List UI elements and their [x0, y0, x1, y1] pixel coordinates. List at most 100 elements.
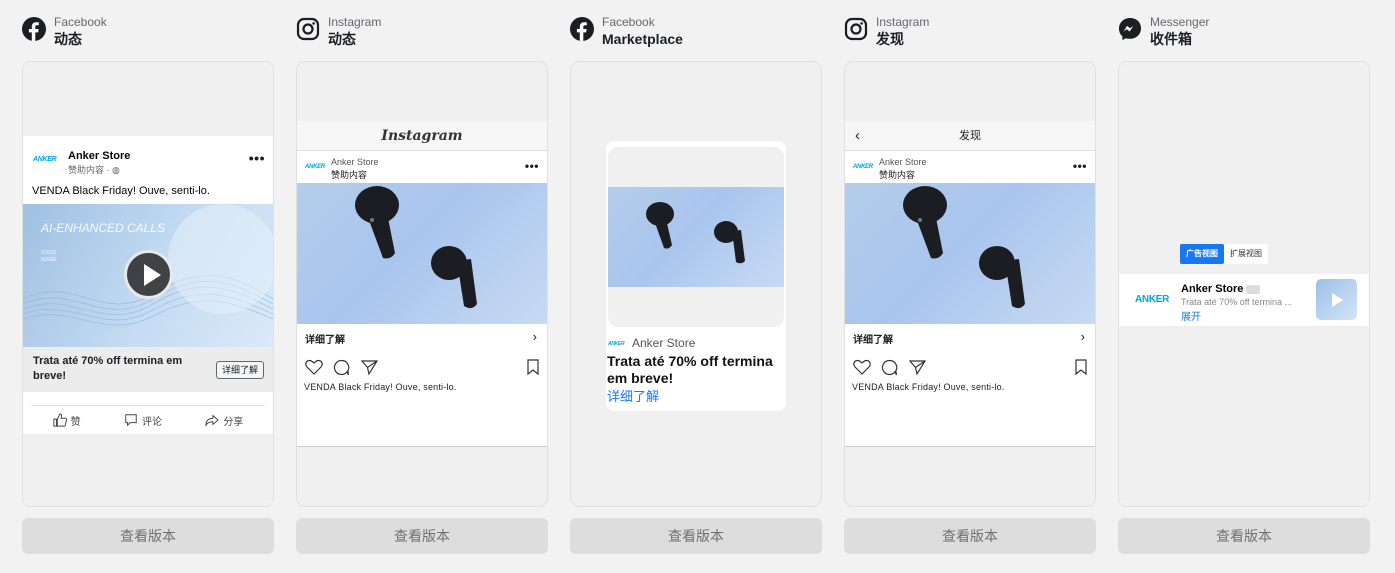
comment-button[interactable]: 评论: [124, 413, 162, 428]
instagram-top-bar: Instagram: [297, 121, 547, 151]
learn-more-row[interactable]: 详细了解 ›: [305, 329, 539, 347]
video-thumbnail[interactable]: AI-ENHANCED CALLS VOICE NOISE: [23, 204, 273, 347]
ad-preview-card[interactable]: ‹ 发现 ANKER Anker Store 赞助内容 ••• 详细了解 › V…: [844, 61, 1096, 507]
preview-column-instagram-explore: Instagram 发现 ‹ 发现 ANKER Anker Store 赞助内容…: [844, 0, 1096, 573]
view-version-button[interactable]: 查看版本: [570, 518, 822, 554]
placement-name: 发现: [876, 31, 904, 47]
more-options-icon[interactable]: •••: [1073, 159, 1087, 173]
view-version-button[interactable]: 查看版本: [1118, 518, 1370, 554]
tab-expanded-view[interactable]: 扩展视图: [1224, 244, 1268, 264]
store-name: Anker Store: [331, 157, 379, 167]
cta-bar: Trata até 70% off termina em breve! 详细了解: [23, 347, 273, 392]
headline: Trata até 70% off termina em breve!: [607, 353, 773, 386]
placement-header: Messenger 收件箱: [1118, 14, 1209, 54]
ad-description: Trata até 70% off termina ...: [1181, 297, 1293, 307]
heart-icon[interactable]: [853, 359, 871, 375]
post-header: ANKER Anker Store 赞助内容 · ◍ •••: [33, 150, 265, 175]
earbuds-image: [903, 186, 1025, 309]
placement-header: Instagram 动态: [296, 14, 381, 54]
ad-image[interactable]: [608, 187, 784, 287]
store-name: Anker Store: [879, 157, 927, 167]
more-options-icon[interactable]: •••: [525, 159, 539, 173]
ad-tag: [1246, 284, 1261, 294]
view-version-button[interactable]: 查看版本: [22, 518, 274, 554]
facebook-icon: [22, 17, 46, 41]
post-action-icons: [305, 359, 539, 377]
view-toggle: 广告视图 扩展视图: [1180, 244, 1268, 264]
globe-icon: ◍: [112, 165, 120, 175]
instagram-icon: [296, 17, 320, 41]
platform-name: Facebook: [602, 15, 655, 29]
comment-icon[interactable]: [881, 359, 898, 376]
heart-icon[interactable]: [305, 359, 323, 375]
ad-image[interactable]: [845, 183, 1095, 324]
post-header: ANKER Anker Store 赞助内容 •••: [305, 157, 539, 180]
anker-logo: ANKER: [305, 164, 325, 170]
expand-link[interactable]: 展开: [1181, 308, 1201, 323]
instagram-post: ANKER Anker Store 赞助内容 ••• 详细了解 › VENDA …: [297, 151, 547, 447]
explore-title: 发现: [959, 130, 981, 142]
bookmark-icon[interactable]: [1075, 359, 1087, 375]
send-icon[interactable]: [361, 359, 378, 376]
ad-image[interactable]: [297, 183, 547, 324]
store-name: Anker Store: [632, 336, 696, 350]
caption: VENDA Black Friday! Ouve, senti-lo.: [852, 382, 1005, 392]
bookmark-icon[interactable]: [527, 359, 539, 375]
platform-name: Instagram: [328, 15, 382, 29]
video-thumbnail[interactable]: [1316, 279, 1357, 320]
placement-name: 动态: [54, 31, 82, 47]
like-button[interactable]: 赞: [53, 413, 81, 428]
explore-top-bar: ‹ 发现: [845, 121, 1095, 151]
back-arrow-icon[interactable]: ‹: [855, 121, 860, 151]
learn-more-link[interactable]: 详细了解: [607, 386, 659, 405]
chevron-right-icon: ›: [1080, 329, 1085, 344]
marketplace-listing: ANKER Anker Store Trata até 70% off term…: [606, 141, 786, 411]
platform-name: Facebook: [54, 15, 107, 29]
placement-name: 收件箱: [1150, 31, 1192, 47]
store-name: Anker Store: [68, 150, 131, 162]
facebook-icon: [570, 17, 594, 41]
learn-more-row[interactable]: 详细了解 ›: [853, 329, 1087, 347]
thumbs-up-icon: [53, 413, 67, 427]
ad-preview-card[interactable]: ANKER Anker Store 赞助内容 · ◍ ••• VENDA Bla…: [22, 61, 274, 507]
comment-icon: [125, 414, 137, 427]
platform-name: Instagram: [876, 15, 930, 29]
post-header: ANKER Anker Store 赞助内容 •••: [853, 157, 1087, 180]
post-actions: 赞 评论 分享: [31, 405, 265, 434]
ad-preview-card[interactable]: Instagram ANKER Anker Store 赞助内容 ••• 详细了…: [296, 61, 548, 507]
platform-name: Messenger: [1150, 15, 1210, 29]
earbuds-image: [646, 202, 745, 264]
sponsored-label: 赞助内容: [331, 170, 368, 180]
preview-column-facebook-feed: Facebook 动态 ANKER Anker Store 赞助内容 · ◍ •…: [22, 0, 274, 573]
view-version-button[interactable]: 查看版本: [844, 518, 1096, 554]
share-button[interactable]: 分享: [205, 413, 243, 428]
sponsored-label: 赞助内容: [879, 170, 916, 180]
learn-more-button[interactable]: 详细了解: [215, 361, 264, 379]
primary-text: VENDA Black Friday! Ouve, senti-lo.: [32, 185, 210, 197]
more-options-icon[interactable]: •••: [249, 150, 265, 166]
ad-preview-card[interactable]: ANKER Anker Store Trata até 70% off term…: [570, 61, 822, 507]
preview-column-messenger-inbox: Messenger 收件箱 广告视图 扩展视图 ANKER Anker Stor…: [1118, 0, 1370, 573]
caption: VENDA Black Friday! Ouve, senti-lo.: [304, 382, 457, 392]
video-overlay-lines: VOICE NOISE: [41, 250, 57, 263]
placement-header: Facebook Marketplace: [570, 14, 683, 54]
listing-image-frame: [608, 147, 784, 327]
earbuds-image: [355, 186, 477, 309]
send-icon[interactable]: [909, 359, 926, 376]
anker-logo: ANKER: [1135, 294, 1170, 305]
view-version-button[interactable]: 查看版本: [296, 518, 548, 554]
preview-column-instagram-feed: Instagram 动态 Instagram ANKER Anker Store…: [296, 0, 548, 573]
placement-header: Instagram 发现: [844, 14, 929, 54]
tab-ad-view[interactable]: 广告视图: [1180, 244, 1224, 264]
facebook-post: ANKER Anker Store 赞助内容 · ◍ ••• VENDA Bla…: [23, 136, 273, 434]
comment-icon[interactable]: [333, 359, 350, 376]
placement-header: Facebook 动态: [22, 14, 107, 54]
post-action-icons: [853, 359, 1087, 377]
sponsored-label: 赞助内容 · ◍: [68, 165, 120, 175]
messenger-ad-row[interactable]: ANKER Anker Store Trata até 70% off term…: [1119, 274, 1369, 326]
ad-preview-card[interactable]: 广告视图 扩展视图 ANKER Anker Store Trata até 70…: [1118, 61, 1370, 507]
anker-logo: ANKER: [608, 341, 625, 347]
anker-logo: ANKER: [853, 164, 873, 170]
play-button[interactable]: [124, 250, 173, 299]
video-overlay-title: AI-ENHANCED CALLS: [41, 221, 166, 235]
